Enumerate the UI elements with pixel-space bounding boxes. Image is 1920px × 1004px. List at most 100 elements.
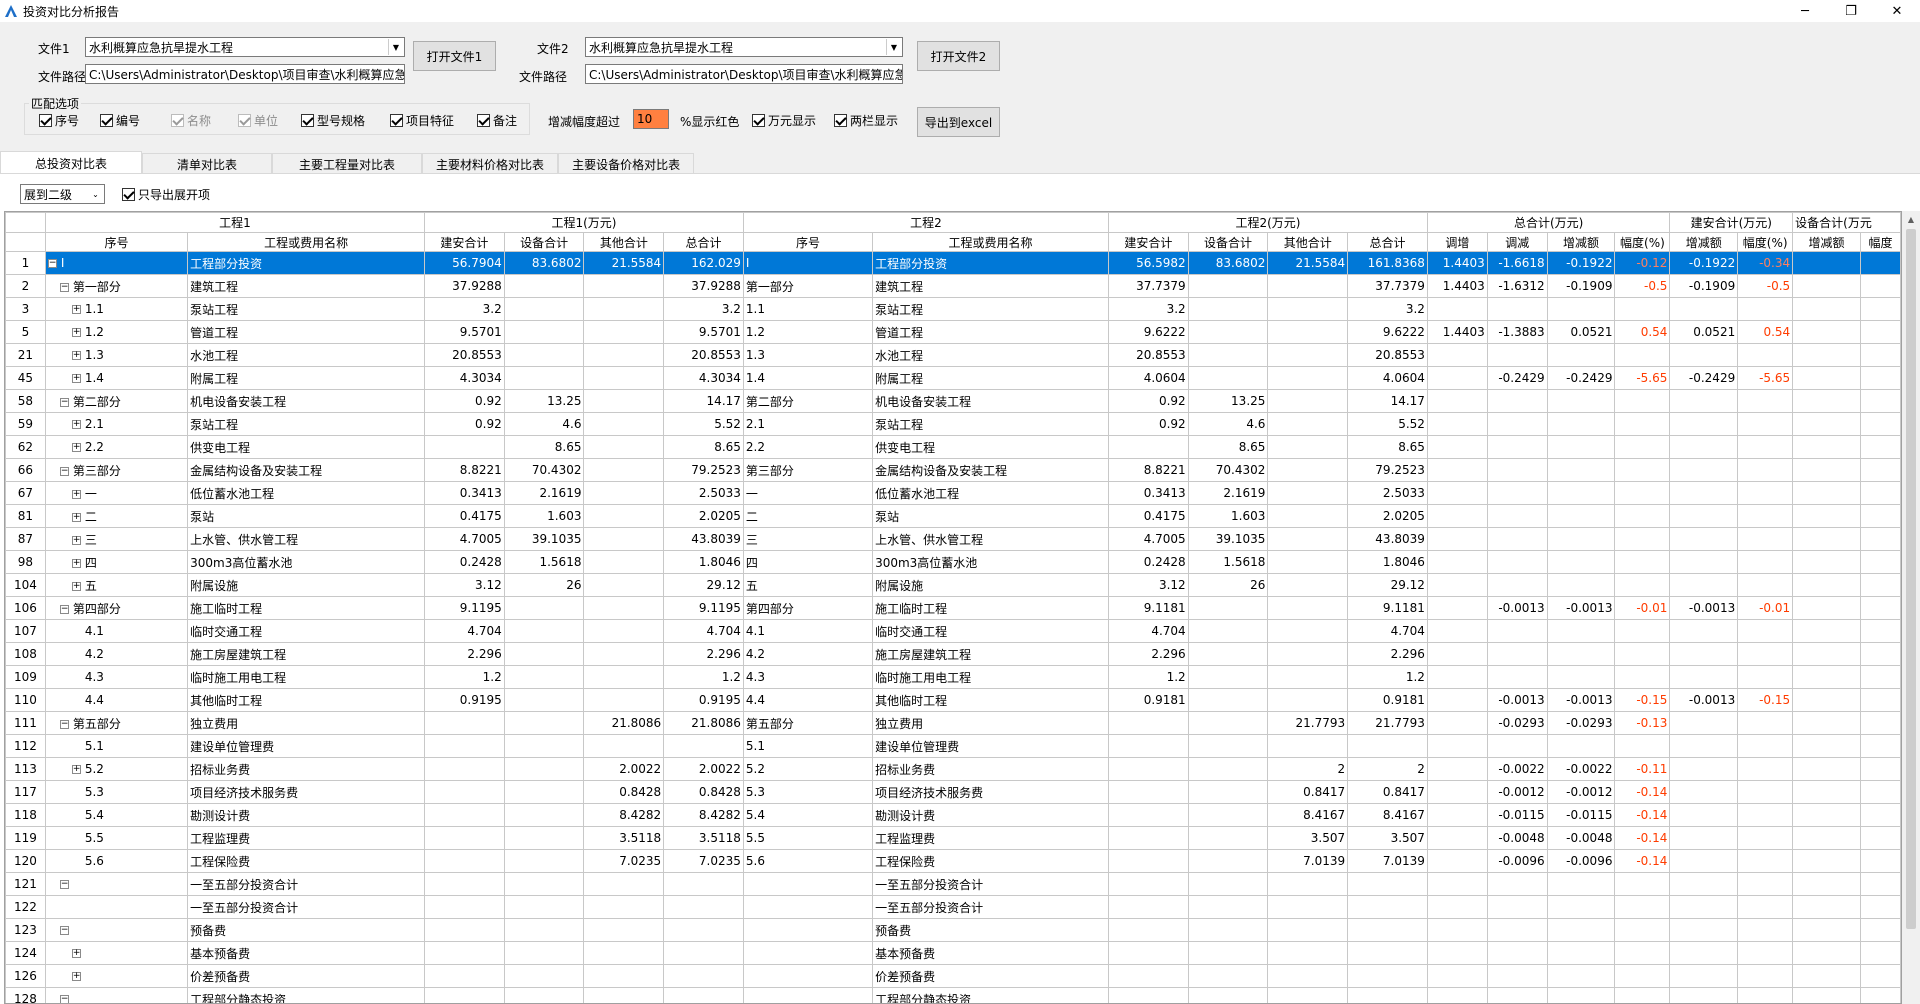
row-number[interactable]: 126 <box>5 964 46 988</box>
construction-percent-cell[interactable] <box>1737 619 1794 643</box>
name-cell[interactable]: 水池工程 <box>187 343 426 367</box>
seq-cell[interactable]: − <box>44 918 189 942</box>
construction-total-cell[interactable]: 2.296 <box>424 642 505 666</box>
grand-total-cell[interactable]: 43.8039 <box>1347 527 1428 551</box>
seq-cell[interactable]: + 二 <box>44 504 189 528</box>
equipment-delta-cell[interactable] <box>1792 596 1861 620</box>
equipment-total-cell[interactable]: 1.603 <box>1187 504 1269 528</box>
equipment-delta-cell[interactable] <box>1792 665 1861 689</box>
equipment-percent-cell[interactable] <box>1859 941 1901 965</box>
seq-cell[interactable] <box>742 941 874 965</box>
seq-cell[interactable]: − 第二部分 <box>44 389 189 413</box>
vertical-scrollbar[interactable]: ▲ <box>1902 211 1920 1004</box>
equipment-percent-cell[interactable] <box>1859 734 1901 758</box>
construction-total-cell[interactable] <box>424 987 505 1003</box>
expand-icon[interactable]: + <box>71 972 81 981</box>
equipment-delta-cell[interactable] <box>1792 688 1861 712</box>
grand-total-cell[interactable]: 1.8046 <box>1347 550 1428 574</box>
increase-cell[interactable] <box>1426 619 1488 643</box>
grand-total-cell[interactable]: 14.17 <box>663 389 744 413</box>
grand-total-cell[interactable]: 20.8553 <box>663 343 744 367</box>
construction-total-cell[interactable]: 4.3034 <box>424 366 505 390</box>
seq-cell[interactable]: 5.3 <box>44 780 189 804</box>
increase-cell[interactable] <box>1426 573 1488 597</box>
equipment-percent-cell[interactable] <box>1859 412 1901 436</box>
construction-total-cell[interactable] <box>1107 964 1189 988</box>
header-cell[interactable]: 调减 <box>1486 232 1548 252</box>
seq-cell[interactable] <box>742 872 874 896</box>
name-cell[interactable]: 勘测设计费 <box>187 803 426 827</box>
delta-cell[interactable] <box>1546 941 1616 965</box>
grand-total-cell[interactable]: 4.704 <box>1347 619 1428 643</box>
percent-cell[interactable] <box>1614 573 1671 597</box>
equipment-total-cell[interactable] <box>1187 274 1269 298</box>
table-row[interactable]: 3 +1.1 泵站工程 3.2 3.2 1.1 泵站工程 3.2 3.2 <box>5 297 1901 321</box>
header-cell[interactable]: 其他合计 <box>583 232 665 252</box>
other-total-cell[interactable] <box>1267 297 1349 321</box>
construction-percent-cell[interactable]: -0.34 <box>1737 251 1794 275</box>
other-total-cell[interactable] <box>583 987 665 1003</box>
equipment-delta-cell[interactable] <box>1792 274 1861 298</box>
row-number[interactable]: 104 <box>5 573 46 597</box>
header-cell[interactable]: 序号 <box>44 232 189 252</box>
equipment-total-cell[interactable] <box>503 665 585 689</box>
equipment-delta-cell[interactable] <box>1792 780 1861 804</box>
construction-delta-cell[interactable] <box>1669 711 1739 735</box>
percent-cell[interactable] <box>1614 297 1671 321</box>
collapse-icon[interactable]: − <box>59 719 69 729</box>
table-row[interactable]: 117 5.3 项目经济技术服务费 0.8428 0.8428 5.3 项目经济技术服务费 0… <box>5 780 1901 804</box>
other-total-cell[interactable] <box>1267 688 1349 712</box>
increase-cell[interactable] <box>1426 412 1488 436</box>
equipment-delta-cell[interactable] <box>1792 941 1861 965</box>
equipment-percent-cell[interactable] <box>1859 642 1901 666</box>
construction-total-cell[interactable] <box>1107 895 1189 919</box>
construction-delta-cell[interactable]: -0.1922 <box>1669 251 1739 275</box>
equipment-total-cell[interactable] <box>1187 780 1269 804</box>
other-total-cell[interactable] <box>1267 941 1349 965</box>
tab-quantities[interactable]: 主要工程量对比表 <box>272 153 423 175</box>
seq-cell[interactable]: 5.2 <box>742 757 874 781</box>
construction-delta-cell[interactable] <box>1669 297 1739 321</box>
other-total-cell[interactable] <box>583 297 665 321</box>
equipment-total-cell[interactable]: 39.1035 <box>1187 527 1269 551</box>
other-total-cell[interactable] <box>583 665 665 689</box>
grand-total-cell[interactable]: 14.17 <box>1347 389 1428 413</box>
name-cell[interactable]: 工程部分静态投资 <box>187 987 426 1003</box>
tab-total-investment[interactable]: 总投资对比表 <box>0 151 143 175</box>
equipment-total-cell[interactable] <box>503 366 585 390</box>
equipment-total-cell[interactable]: 8.65 <box>1187 435 1269 459</box>
increase-cell[interactable] <box>1426 895 1488 919</box>
table-row[interactable]: 104 + 五附属设施 3.12 26 29.12 五附属设施 3.12 26 29.12 <box>5 573 1901 597</box>
percent-cell[interactable]: -0.12 <box>1614 251 1671 275</box>
equipment-total-cell[interactable] <box>1187 872 1269 896</box>
increase-cell[interactable] <box>1426 297 1488 321</box>
other-total-cell[interactable] <box>1267 435 1349 459</box>
name-cell[interactable]: 其他临时工程 <box>187 688 426 712</box>
seq-cell[interactable]: 五 <box>742 573 874 597</box>
equipment-percent-cell[interactable] <box>1859 918 1901 942</box>
grand-total-cell[interactable] <box>663 918 744 942</box>
name-cell[interactable]: 300m3高位蓄水池 <box>872 550 1109 574</box>
table-row[interactable]: 109 4.3 临时施工用电工程 1.2 1.2 4.3 临时施工用电工程 1.2 1.2 <box>5 665 1901 689</box>
construction-total-cell[interactable]: 3.2 <box>424 297 505 321</box>
equipment-total-cell[interactable] <box>1187 711 1269 735</box>
chevron-down-icon[interactable]: ▼ <box>886 39 901 55</box>
increase-cell[interactable]: 1.4403 <box>1426 251 1488 275</box>
construction-total-cell[interactable]: 0.92 <box>424 412 505 436</box>
seq-cell[interactable]: − <box>44 987 189 1003</box>
other-total-cell[interactable]: 21.5584 <box>583 251 665 275</box>
decrease-cell[interactable]: -1.6618 <box>1486 251 1548 275</box>
decrease-cell[interactable] <box>1486 573 1548 597</box>
decrease-cell[interactable] <box>1486 435 1548 459</box>
equipment-delta-cell[interactable] <box>1792 343 1861 367</box>
grand-total-cell[interactable] <box>1347 987 1428 1003</box>
delta-cell[interactable] <box>1546 389 1616 413</box>
seq-cell[interactable]: 4.4 <box>742 688 874 712</box>
construction-percent-cell[interactable] <box>1737 573 1794 597</box>
equipment-total-cell[interactable]: 83.6802 <box>503 251 585 275</box>
delta-cell[interactable]: -0.1909 <box>1546 274 1616 298</box>
other-total-cell[interactable] <box>1267 412 1349 436</box>
grand-total-cell[interactable]: 5.52 <box>663 412 744 436</box>
decrease-cell[interactable] <box>1486 918 1548 942</box>
table-row[interactable]: 87 + 三上水管、供水管工程 4.7005 39.1035 43.8039 三上水管、供水… <box>5 527 1901 551</box>
